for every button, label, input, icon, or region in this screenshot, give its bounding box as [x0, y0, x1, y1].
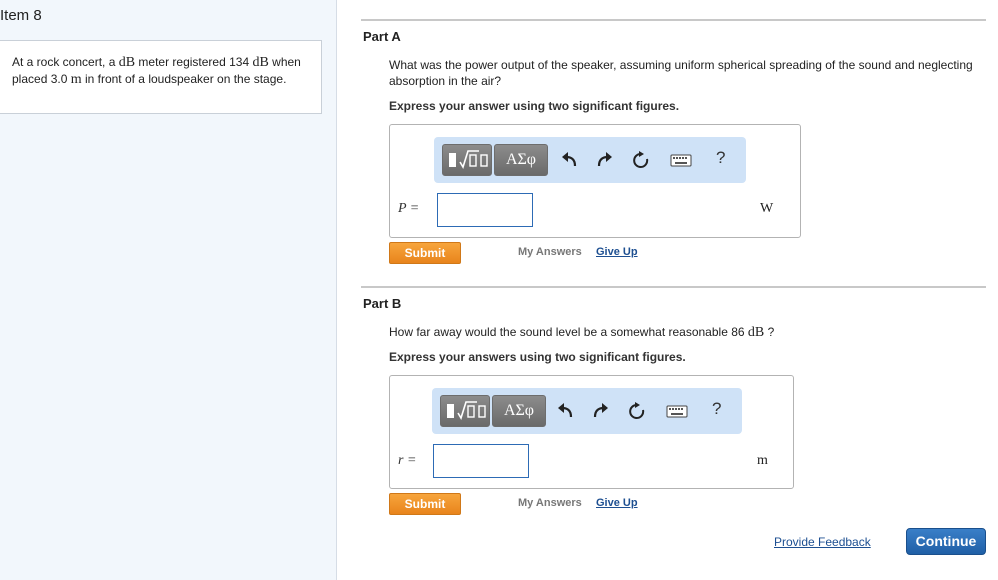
- problem-unit-db: dB: [252, 55, 269, 70]
- part-b-variable-label: r =: [398, 453, 417, 468]
- part-b-question: How far away would the sound level be a …: [389, 324, 979, 341]
- part-b-question-text: ?: [764, 325, 775, 339]
- reset-icon[interactable]: [632, 151, 650, 169]
- part-a-submit-button[interactable]: Submit: [389, 242, 461, 264]
- part-b-question-text: How far away would the sound level be a …: [389, 325, 748, 339]
- problem-text-part: in front of a loudspeaker on the stage.: [81, 72, 287, 86]
- problem-unit-m: m: [70, 72, 82, 87]
- keyboard-icon[interactable]: [666, 402, 688, 420]
- problem-text-part: meter registered 134: [135, 55, 253, 69]
- symbols-button[interactable]: ΑΣφ: [492, 395, 546, 427]
- part-a-answer-input[interactable]: [437, 193, 533, 227]
- undo-icon[interactable]: [560, 151, 578, 169]
- problem-text: At a rock concert, a dB meter registered…: [12, 54, 312, 88]
- templates-button[interactable]: [440, 395, 490, 427]
- problem-statement-box: At a rock concert, a dB meter registered…: [0, 40, 322, 114]
- provide-feedback-link[interactable]: Provide Feedback: [774, 535, 871, 549]
- help-icon[interactable]: ?: [712, 399, 721, 419]
- templates-button[interactable]: [442, 144, 492, 176]
- part-a-answer-box: ΑΣφ ? P = W: [389, 124, 801, 238]
- templates-icon: [447, 401, 486, 420]
- right-pane: Part A What was the power output of the …: [337, 0, 998, 580]
- part-b-question-unit: dB: [747, 325, 765, 340]
- part-b-divider: [361, 286, 986, 288]
- reset-icon[interactable]: [628, 402, 646, 420]
- part-a-variable-label: P =: [398, 201, 420, 216]
- part-a-unit: W: [760, 201, 774, 216]
- part-a-my-answers-link[interactable]: My Answers: [518, 246, 582, 258]
- part-b-answer-input[interactable]: [433, 444, 529, 478]
- part-b-instruction: Express your answers using two significa…: [389, 350, 686, 364]
- redo-icon[interactable]: [596, 151, 614, 169]
- left-pane: Item 8 At a rock concert, a dB meter reg…: [0, 0, 337, 580]
- part-a-math-toolbar: ΑΣφ ?: [434, 137, 746, 183]
- part-b-title[interactable]: Part B: [363, 296, 401, 311]
- part-a-give-up-link[interactable]: Give Up: [596, 246, 638, 258]
- templates-icon: [449, 150, 488, 169]
- part-a-question: What was the power output of the speaker…: [389, 58, 973, 88]
- continue-button[interactable]: Continue: [906, 528, 986, 555]
- problem-text-part: At a rock concert, a: [12, 55, 119, 69]
- redo-icon[interactable]: [592, 402, 610, 420]
- undo-icon[interactable]: [556, 402, 574, 420]
- part-a-title[interactable]: Part A: [363, 29, 401, 44]
- problem-unit-db: dB: [118, 55, 136, 70]
- part-b-my-answers-link[interactable]: My Answers: [518, 497, 582, 509]
- keyboard-icon[interactable]: [670, 151, 692, 169]
- help-icon[interactable]: ?: [716, 148, 725, 168]
- symbols-button[interactable]: ΑΣφ: [494, 144, 548, 176]
- part-b-give-up-link[interactable]: Give Up: [596, 497, 638, 509]
- part-a-instruction: Express your answer using two significan…: [389, 99, 680, 113]
- part-b-submit-button[interactable]: Submit: [389, 493, 461, 515]
- part-b-answer-box: ΑΣφ ? r = m: [389, 375, 794, 489]
- part-b-unit: m: [757, 453, 768, 468]
- item-title: Item 8: [0, 7, 42, 24]
- part-a-divider: [361, 19, 986, 21]
- part-b-math-toolbar: ΑΣφ ?: [432, 388, 742, 434]
